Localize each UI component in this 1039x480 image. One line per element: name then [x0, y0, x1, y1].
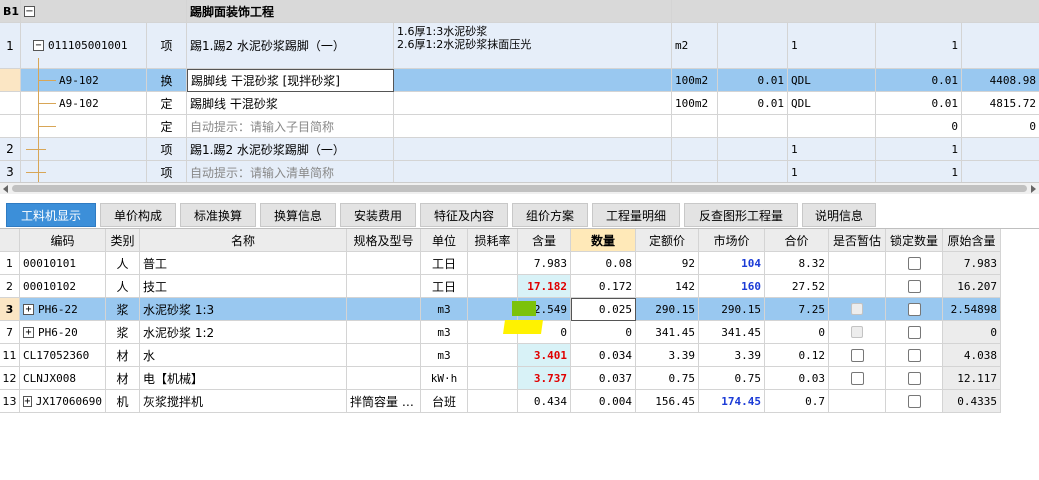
item-code: 011105001001	[48, 39, 128, 52]
table-row[interactable]: 1 − 011105001001 项 踢1.踢2 水泥砂浆踢脚（一） 1.6厚1…	[0, 23, 1039, 69]
tab-conversion-info[interactable]: 换算信息	[260, 203, 336, 227]
lock-quantity-checkbox[interactable]	[907, 302, 921, 316]
scroll-right-icon[interactable]	[1031, 185, 1036, 193]
lock-quantity-checkbox[interactable]	[907, 348, 921, 362]
tree-line	[38, 80, 56, 81]
item-name[interactable]: 踢1.踢2 水泥砂浆踢脚（一）	[187, 23, 394, 69]
expand-icon[interactable]: +	[23, 303, 34, 315]
table-row-selected[interactable]: 3 + PH6-22 浆 水泥砂浆 1:3 m3 2.549 0.025 290…	[0, 298, 1001, 321]
lock-quantity-checkbox[interactable]	[907, 256, 921, 270]
table-row[interactable]: B1 − 踢脚面装饰工程	[0, 0, 1039, 23]
detail-tabs: 工料机显示 单价构成 标准换算 换算信息 安装费用 特征及内容 组价方案 工程量…	[0, 199, 1039, 229]
tree-line	[26, 172, 46, 173]
top-grid: B1 − 踢脚面装饰工程 1 − 011105001001 项 踢1.踢2 水泥…	[0, 0, 1039, 182]
input-hint[interactable]: 自动提示：请输入清单简称	[187, 161, 394, 182]
tab-description[interactable]: 说明信息	[802, 203, 876, 227]
tree-line	[38, 103, 56, 104]
tab-standard-conversion[interactable]: 标准换算	[180, 203, 256, 227]
row-number: B1	[0, 0, 21, 23]
tab-graphic-quantity[interactable]: 反查图形工程量	[684, 203, 798, 227]
lock-quantity-checkbox[interactable]	[907, 394, 921, 408]
table-row[interactable]: 3 项 自动提示：请输入清单简称 1 1	[0, 161, 1039, 182]
table-header: 编码 类别 名称 规格及型号 单位 损耗率 含量 数量 定额价 市场价 合价 是…	[0, 229, 1001, 252]
expand-icon[interactable]: +	[23, 326, 34, 338]
lock-quantity-checkbox[interactable]	[907, 279, 921, 293]
provisional-checkbox[interactable]	[851, 303, 863, 315]
provisional-checkbox[interactable]	[850, 348, 864, 362]
provisional-checkbox[interactable]	[851, 326, 863, 338]
tab-features[interactable]: 特征及内容	[420, 203, 508, 227]
item-feature[interactable]: 1.6厚1:3水泥砂浆 2.6厚1:2水泥砂浆抹面压光	[394, 23, 672, 69]
tab-labor-material-machine[interactable]: 工料机显示	[6, 203, 96, 227]
input-hint[interactable]: 自动提示：请输入子目简称	[187, 115, 394, 138]
table-row[interactable]: 12 CLNJX008 材 电【机械】 kW·h 3.737 0.037 0.7…	[0, 367, 1001, 390]
table-row[interactable]: 定 自动提示：请输入子目简称 0 0	[0, 115, 1039, 138]
lock-quantity-checkbox[interactable]	[907, 371, 921, 385]
table-row[interactable]: 13 + JX17060690 机 灰浆搅拌机 拌筒容量 … 台班 0.434 …	[0, 390, 1001, 413]
tab-pricing-scheme[interactable]: 组价方案	[512, 203, 588, 227]
scroll-left-icon[interactable]	[3, 185, 8, 193]
expand-icon[interactable]: +	[23, 395, 32, 407]
tree-line	[38, 126, 56, 127]
table-row-selected[interactable]: A9-102 换 踢脚线 干混砂浆 [现拌砂浆] 100m2 0.01 QDL …	[0, 69, 1039, 92]
table-row[interactable]: 1 00010101 人 普工 工日 7.983 0.08 92 104 8.3…	[0, 252, 1001, 275]
highlighter-mark	[512, 301, 536, 316]
tab-installation-fee[interactable]: 安装费用	[340, 203, 416, 227]
tree-line	[38, 58, 39, 182]
scrollbar-thumb[interactable]	[12, 185, 1027, 192]
collapse-icon[interactable]: −	[33, 40, 44, 51]
table-row[interactable]: A9-102 定 踢脚线 干混砂浆 100m2 0.01 QDL 0.01 48…	[0, 92, 1039, 115]
table-row[interactable]: 11 CL17052360 材 水 m3 3.401 0.034 3.39 3.…	[0, 344, 1001, 367]
provisional-checkbox[interactable]	[850, 371, 864, 385]
tree-line	[26, 149, 46, 150]
tab-quantity-detail[interactable]: 工程量明细	[592, 203, 680, 227]
lock-quantity-checkbox[interactable]	[907, 325, 921, 339]
collapse-icon[interactable]: −	[24, 5, 35, 17]
table-row[interactable]: 7 + PH6-20 浆 水泥砂浆 1:2 m3 0 0 341.45 341.…	[0, 321, 1001, 344]
table-row[interactable]: 2 项 踢1.踢2 水泥砂浆踢脚（一） 1 1	[0, 138, 1039, 161]
item-name-editor[interactable]: 踢脚线 干混砂浆 [现拌砂浆]	[187, 69, 394, 92]
section-title: 踢脚面装饰工程	[187, 0, 672, 23]
tab-unit-price[interactable]: 单价构成	[100, 203, 176, 227]
table-row[interactable]: 2 00010102 人 技工 工日 17.182 0.172 142 160 …	[0, 275, 1001, 298]
quantity-editor[interactable]: 0.025	[571, 298, 636, 321]
highlighter-mark	[503, 320, 543, 334]
horizontal-scrollbar[interactable]	[0, 182, 1039, 194]
